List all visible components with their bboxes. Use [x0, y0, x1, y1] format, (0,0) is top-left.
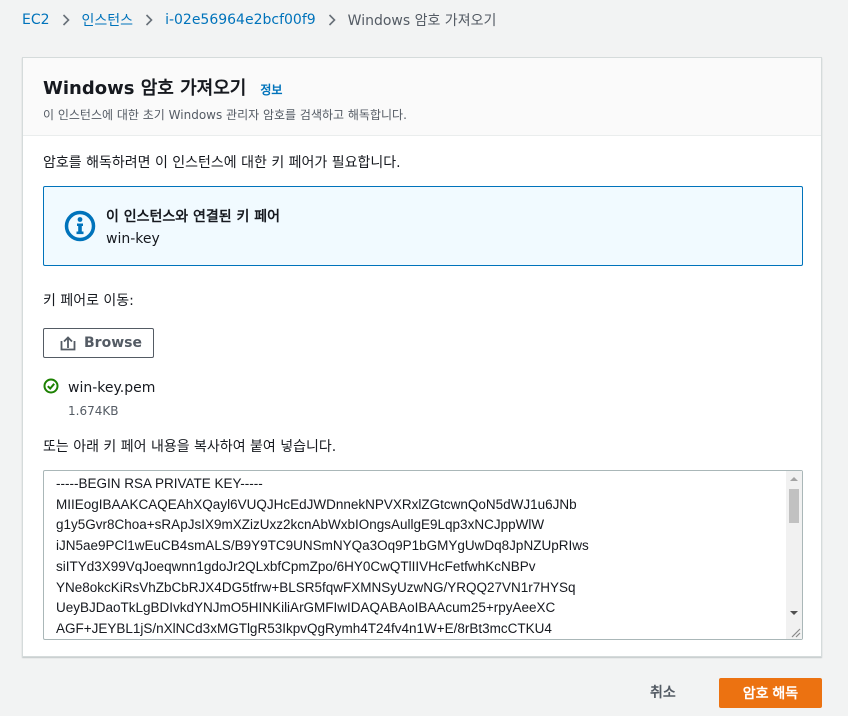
selected-file: win-key.pem: [43, 378, 801, 398]
chevron-right-icon: [62, 14, 70, 26]
browse-button[interactable]: Browse: [43, 328, 154, 358]
upload-icon: [60, 336, 76, 351]
alert-key-pair-name: win-key: [106, 230, 160, 247]
paste-key-label: 또는 아래 키 페어 내용을 복사하여 붙여 넣습니다.: [43, 439, 337, 455]
panel-title: Windows 암호 가져오기: [43, 78, 247, 99]
resize-grip-icon[interactable]: [789, 626, 801, 638]
file-name: win-key.pem: [68, 380, 156, 396]
navigate-key-pair-label: 키 페어로 이동:: [43, 293, 134, 309]
breadcrumb: EC2 인스턴스 i-02e56964e2bcf00f9 Windows 암호 …: [22, 10, 496, 30]
textarea-scrollbar[interactable]: [786, 471, 802, 639]
breadcrumb-instances[interactable]: 인스턴스: [82, 10, 134, 30]
info-link[interactable]: 정보: [260, 81, 282, 98]
panel-header: Windows 암호 가져오기 정보 이 인스턴스에 대한 초기 Windows…: [23, 58, 821, 136]
key-pair-info-alert: 이 인스턴스와 연결된 키 페어 win-key: [43, 186, 803, 266]
panel-body: 암호를 해독하려면 이 인스턴스에 대한 키 페어가 필요합니다. 이 인스턴스…: [23, 136, 821, 656]
info-icon: [64, 210, 96, 242]
scroll-thumb[interactable]: [789, 489, 799, 523]
cancel-button[interactable]: 취소: [650, 682, 676, 702]
decrypt-password-button[interactable]: 암호 해독: [719, 678, 822, 708]
browse-button-label: Browse: [84, 335, 142, 351]
scroll-up-icon[interactable]: [786, 471, 802, 487]
alert-title: 이 인스턴스와 연결된 키 페어: [106, 208, 281, 225]
key-content-text[interactable]: -----BEGIN RSA PRIVATE KEY----- MIIEogIB…: [44, 471, 786, 637]
breadcrumb-instance-id[interactable]: i-02e56964e2bcf00f9: [165, 12, 316, 28]
key-content-textarea[interactable]: -----BEGIN RSA PRIVATE KEY----- MIIEogIB…: [43, 470, 803, 640]
chevron-right-icon: [328, 14, 336, 26]
panel-description: 이 인스턴스에 대한 초기 Windows 관리자 암호를 검색하고 해독합니다…: [43, 108, 407, 122]
breadcrumb-ec2[interactable]: EC2: [22, 12, 50, 28]
scroll-down-icon[interactable]: [786, 605, 802, 621]
get-password-panel: Windows 암호 가져오기 정보 이 인스턴스에 대한 초기 Windows…: [22, 57, 822, 657]
instruction-text: 암호를 해독하려면 이 인스턴스에 대한 키 페어가 필요합니다.: [43, 155, 401, 171]
file-size: 1.674KB: [68, 404, 119, 418]
success-check-icon: [43, 378, 59, 398]
chevron-right-icon: [145, 14, 153, 26]
breadcrumb-current: Windows 암호 가져오기: [347, 13, 497, 29]
